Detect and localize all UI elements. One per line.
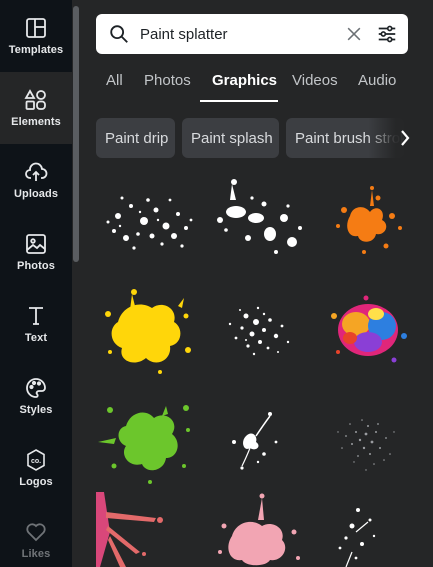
sidebar-item-styles[interactable]: Styles — [0, 360, 72, 432]
search-icon[interactable] — [108, 23, 130, 45]
svg-text:co.: co. — [31, 458, 41, 465]
sidebar-item-likes[interactable]: Likes — [0, 504, 72, 567]
sidebar-item-logos[interactable]: co. Logos — [0, 432, 72, 504]
white-splatter-graphic — [106, 196, 193, 250]
search-bar — [96, 14, 408, 54]
pink-streaks-graphic — [96, 492, 163, 567]
tab-photos[interactable]: Photos — [144, 72, 191, 89]
sidebar-item-label: Likes — [21, 548, 51, 560]
result-orange-splash[interactable] — [316, 176, 424, 270]
white-splash-graphic — [217, 179, 302, 254]
tab-graphics[interactable]: Graphics — [212, 72, 277, 89]
sidebar-item-label: Text — [24, 332, 48, 344]
sidebar-item-photos[interactable]: Photos — [0, 216, 72, 288]
grey-spray-graphic — [337, 419, 395, 471]
tab-all[interactable]: All — [106, 72, 123, 89]
sidebar: Templates Elements Uploads Photos Text S… — [0, 0, 72, 567]
result-pink-streaks[interactable] — [96, 492, 204, 567]
result-white-splatter[interactable] — [96, 176, 204, 270]
sidebar-item-label: Elements — [11, 116, 61, 128]
result-white-splash[interactable] — [206, 176, 314, 270]
sidebar-item-elements[interactable]: Elements — [0, 72, 72, 144]
sidebar-item-uploads[interactable]: Uploads — [0, 144, 72, 216]
white-specks-graphic — [338, 508, 376, 567]
sidebar-item-text[interactable]: Text — [0, 288, 72, 360]
result-green-splash[interactable] — [96, 396, 204, 490]
search-input[interactable] — [140, 25, 344, 43]
orange-splash-graphic — [336, 186, 402, 254]
photo-icon — [26, 234, 46, 254]
panel-scrollbar[interactable] — [73, 6, 79, 262]
green-splash-graphic — [98, 405, 190, 484]
result-white-dots-splatter[interactable] — [206, 286, 314, 380]
chip-paint-splash[interactable]: Paint splash — [182, 118, 279, 158]
white-drips-graphic — [232, 412, 278, 470]
chip-paint-drip[interactable]: Paint drip — [96, 118, 175, 158]
close-icon[interactable] — [344, 24, 364, 44]
result-white-specks[interactable] — [316, 492, 424, 567]
text-icon — [29, 307, 43, 325]
pink-splash-graphic — [218, 493, 300, 566]
tab-videos[interactable]: Videos — [292, 72, 338, 89]
sidebar-item-label: Styles — [19, 404, 53, 416]
logo-icon: co. — [27, 449, 45, 471]
chevron-right-icon[interactable] — [396, 126, 414, 150]
sidebar-item-label: Photos — [17, 260, 55, 272]
templates-icon — [26, 18, 46, 38]
sidebar-item-templates[interactable]: Templates — [0, 0, 72, 72]
result-white-drips[interactable] — [206, 396, 314, 490]
sidebar-item-label: Logos — [19, 476, 53, 488]
palette-icon — [26, 378, 46, 398]
result-rainbow-splash[interactable] — [316, 286, 424, 380]
white-dots-splatter-graphic — [228, 306, 290, 356]
yellow-splash-graphic — [105, 289, 191, 374]
tab-bar: All Photos Graphics Videos Audio — [96, 66, 433, 102]
rainbow-splash-graphic — [331, 295, 407, 363]
active-tab-indicator — [200, 100, 278, 102]
sidebar-item-label: Templates — [8, 44, 64, 56]
heart-icon — [26, 523, 46, 542]
result-grey-spray[interactable] — [316, 396, 424, 490]
sidebar-item-label: Uploads — [13, 188, 59, 200]
tab-audio[interactable]: Audio — [358, 72, 396, 89]
upload-cloud-icon — [25, 162, 48, 181]
result-yellow-splash[interactable] — [96, 286, 204, 380]
filter-icon[interactable] — [376, 23, 398, 45]
elements-icon — [24, 89, 46, 110]
result-pink-splash[interactable] — [206, 492, 314, 567]
